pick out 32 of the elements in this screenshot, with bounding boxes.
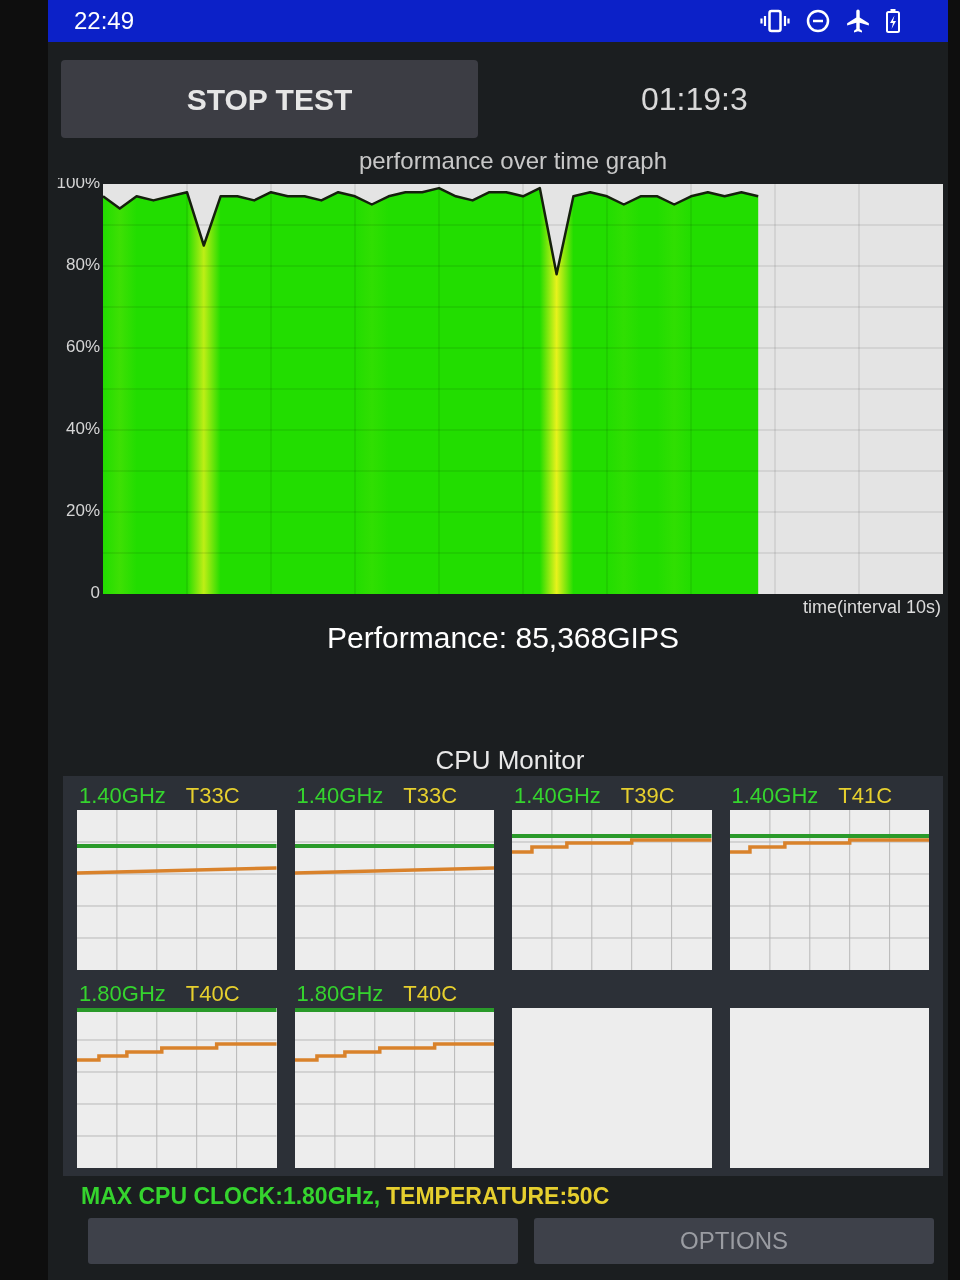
timer-text: 01:19:3 bbox=[641, 83, 748, 115]
frequency-label: 1.40GHz bbox=[296, 785, 384, 807]
chart-title: performance over time graph bbox=[357, 146, 669, 176]
y-tick-label: 40% bbox=[65, 419, 100, 439]
status-time: 22:49 bbox=[74, 9, 135, 33]
frequency-label: 1.40GHz bbox=[79, 785, 166, 807]
frequency-label: 1.80GHz bbox=[296, 983, 384, 1005]
frequency-label: 1.40GHz bbox=[514, 785, 601, 807]
x-axis-title: time(interval 10s) bbox=[802, 597, 941, 617]
temperature-label: T41C bbox=[838, 785, 893, 807]
y-tick-label: 0 bbox=[90, 583, 100, 603]
y-tick-label: 20% bbox=[65, 501, 100, 521]
temperature-label: T40C bbox=[185, 983, 240, 1005]
frequency-label: 1.40GHz bbox=[731, 785, 819, 807]
stop-test-button[interactable]: STOP TEST bbox=[61, 60, 478, 138]
vibrate-icon bbox=[760, 9, 790, 33]
temperature-label: T33C bbox=[185, 785, 240, 807]
battery-charging-icon bbox=[886, 9, 900, 33]
section-title: CPU Monitor bbox=[434, 744, 586, 776]
options-button[interactable]: OPTIONS bbox=[534, 1218, 934, 1264]
airplane-icon bbox=[846, 9, 870, 33]
temperature-label: T40C bbox=[403, 983, 458, 1005]
y-tick-label: 60% bbox=[65, 337, 100, 357]
frequency-label: 1.80GHz bbox=[79, 983, 166, 1005]
blank-button[interactable] bbox=[88, 1218, 518, 1264]
max-temperature-text: TEMPERATURE:50C bbox=[386, 1184, 610, 1208]
y-tick-label: 80% bbox=[65, 255, 100, 275]
performance-score: Performance: 85,368GIPS bbox=[326, 620, 680, 656]
max-clock-text: MAX CPU CLOCK:1.80GHz, bbox=[81, 1184, 381, 1208]
do-not-disturb-icon bbox=[806, 9, 830, 33]
temperature-label: T33C bbox=[403, 785, 458, 807]
temperature-label: T39C bbox=[620, 785, 675, 807]
